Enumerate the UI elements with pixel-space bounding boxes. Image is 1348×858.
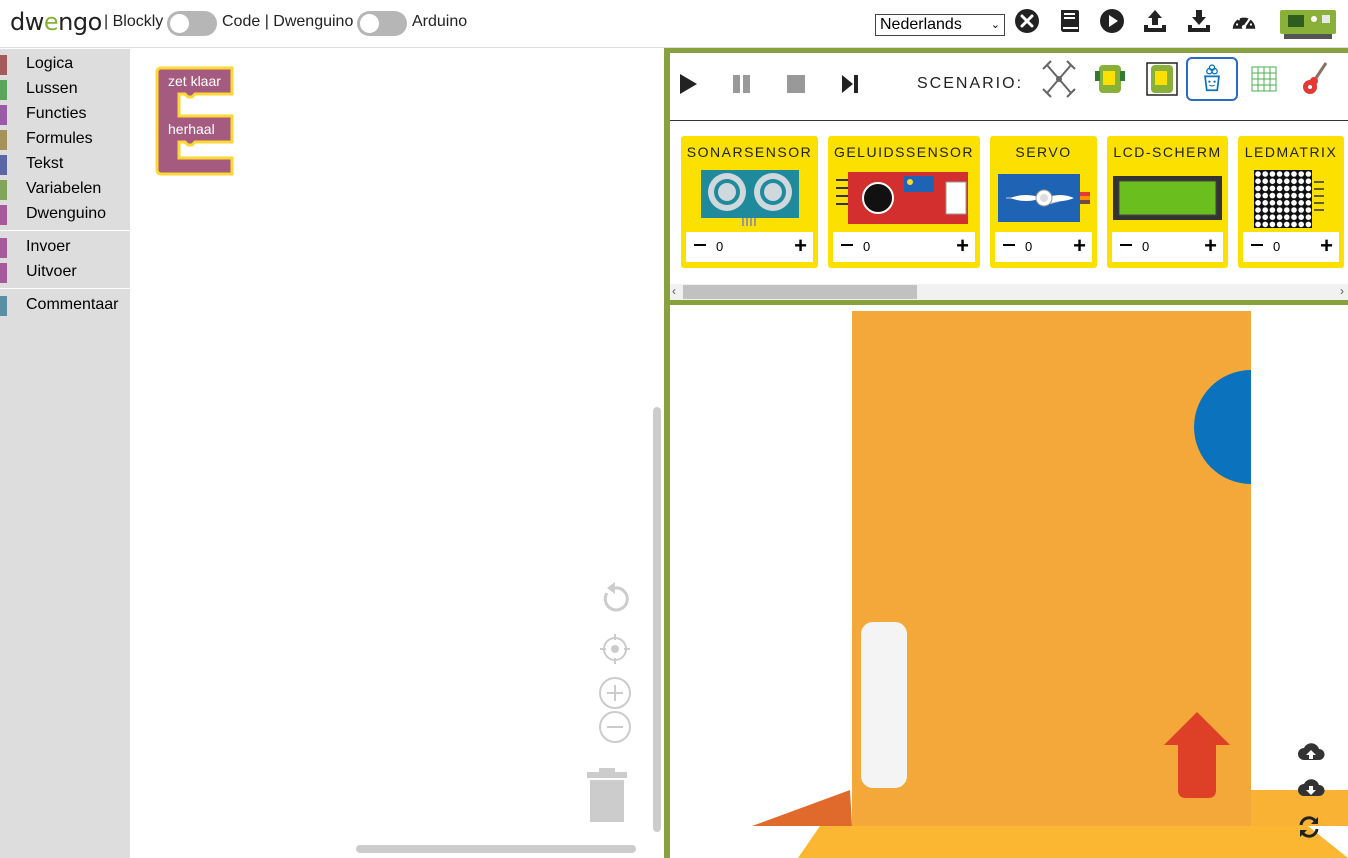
scrollbar-thumb[interactable] [683,285,917,299]
component-count: 0 [1142,239,1150,254]
category-dwenguino[interactable]: Dwenguino [0,203,130,225]
toolbox-sidebar: Logica Lussen Functies Formules Tekst Va… [0,49,130,858]
blockly-code-toggle[interactable] [167,11,217,36]
workspace-horizontal-scrollbar[interactable] [356,845,636,853]
increment-button[interactable]: + [1204,234,1217,258]
decrement-button[interactable] [1251,244,1263,246]
play-circle-icon[interactable] [1099,8,1125,34]
gauge-icon[interactable] [1231,8,1257,34]
component-counter: 0 + [833,232,975,262]
toolbox-separator [0,288,130,289]
close-circle-icon[interactable] [1014,8,1040,34]
center-icon[interactable] [598,632,632,666]
sound-sensor-image [836,172,968,224]
language-select[interactable]: Nederlands ⌄ [875,14,1005,36]
social-robot-scene[interactable] [670,305,1348,858]
component-counter: 0 + [1243,232,1339,262]
component-list-scrollbar[interactable]: ‹ › [670,284,1348,300]
dwenguino-arduino-toggle[interactable] [357,11,407,36]
zoom-in-icon[interactable] [598,676,632,710]
setup-block-label: zet klaar [168,73,221,89]
reset-icon[interactable] [598,582,632,616]
decrement-button[interactable] [841,244,853,246]
category-invoer[interactable]: Invoer [0,236,130,258]
scene-canvas [752,311,1348,858]
led-matrix-image [1254,170,1324,228]
component-title: SERVO [1015,144,1072,160]
toolbox-separator [0,230,130,231]
simulator-controls-divider [670,120,1348,121]
decrement-button[interactable] [1120,244,1132,246]
robot-car-scenario-icon[interactable] [1085,57,1137,101]
increment-button[interactable]: + [1320,234,1333,258]
scroll-left-arrow[interactable]: ‹ [672,284,676,298]
component-title: GELUIDSSENSOR [833,144,975,160]
increment-button[interactable]: + [956,234,969,258]
book-icon[interactable] [1057,8,1083,34]
category-uitvoer[interactable]: Uitvoer [0,261,130,283]
sonar-sensor-image [701,170,799,226]
dwengo-logo: dwengo [10,8,102,36]
dwenguino-board-icon[interactable] [1278,7,1338,41]
lcd-screen-image [1113,176,1222,220]
servo-image [998,174,1090,222]
category-formules[interactable]: Formules [0,128,130,150]
scroll-right-arrow[interactable]: › [1340,284,1344,298]
component-card-ledmatrix: LEDMATRIX 0 + [1238,136,1344,268]
zoom-out-icon[interactable] [598,710,632,744]
component-count: 0 [1273,239,1281,254]
robot-car-wall-scenario-icon[interactable] [1137,57,1189,101]
arduino-label: Arduino [412,13,468,30]
category-functies[interactable]: Functies [0,103,130,125]
component-card-lcd: LCD-SCHERM 0 + [1107,136,1228,268]
increment-button[interactable]: + [1073,234,1086,258]
component-title: LCD-SCHERM [1113,144,1222,160]
component-counter: 0 + [686,232,813,262]
code-dwenguino-label: Code | Dwenguino [222,13,354,30]
stop-icon[interactable] [786,74,806,94]
component-title: SONARSENSOR [686,144,813,160]
category-tekst[interactable]: Tekst [0,153,130,175]
step-icon[interactable] [840,74,860,94]
category-variabelen[interactable]: Variabelen [0,178,130,200]
pause-icon[interactable] [731,74,753,94]
category-lussen[interactable]: Lussen [0,78,130,100]
workspace-vertical-scrollbar[interactable] [653,407,661,832]
socialrobot-scenario-icon[interactable] [1186,57,1238,101]
refresh-icon[interactable] [1297,815,1321,839]
category-logica[interactable]: Logica [0,53,130,75]
component-counter: 0 + [1112,232,1223,262]
component-card-sound: GELUIDSSENSOR 0 + [828,136,980,268]
simulator-top-border [670,48,1348,53]
download-icon[interactable] [1186,8,1212,34]
upload-icon[interactable] [1142,8,1168,34]
component-counter: 0 + [995,232,1092,262]
blockly-label: | Blockly [104,13,164,30]
cloud-download-icon[interactable] [1297,776,1325,800]
play-icon[interactable] [676,72,700,96]
component-card-servo: SERVO 0 + [990,136,1097,268]
component-count: 0 [1025,239,1033,254]
top-toolbar: dwengo | Blockly Code | Dwenguino Arduin… [0,0,1348,48]
component-title: LEDMATRIX [1244,144,1338,160]
component-count: 0 [863,239,871,254]
loop-block-label: herhaal [168,121,215,137]
guitar-scenario-icon[interactable] [1290,57,1342,101]
spyder-scenario-icon[interactable] [1033,57,1085,101]
cloud-upload-icon[interactable] [1297,740,1325,764]
component-count: 0 [716,239,724,254]
trash-icon[interactable] [585,766,629,824]
category-commentaar[interactable]: Commentaar [0,294,130,316]
decrement-button[interactable] [694,244,706,246]
led-matrix-scenario-icon[interactable] [1238,57,1290,101]
increment-button[interactable]: + [794,234,807,258]
decrement-button[interactable] [1003,244,1015,246]
scenario-label: SCENARIO: [917,75,1024,92]
robot-light [861,622,907,788]
component-card-sonar: SONARSENSOR 0 + [681,136,818,268]
